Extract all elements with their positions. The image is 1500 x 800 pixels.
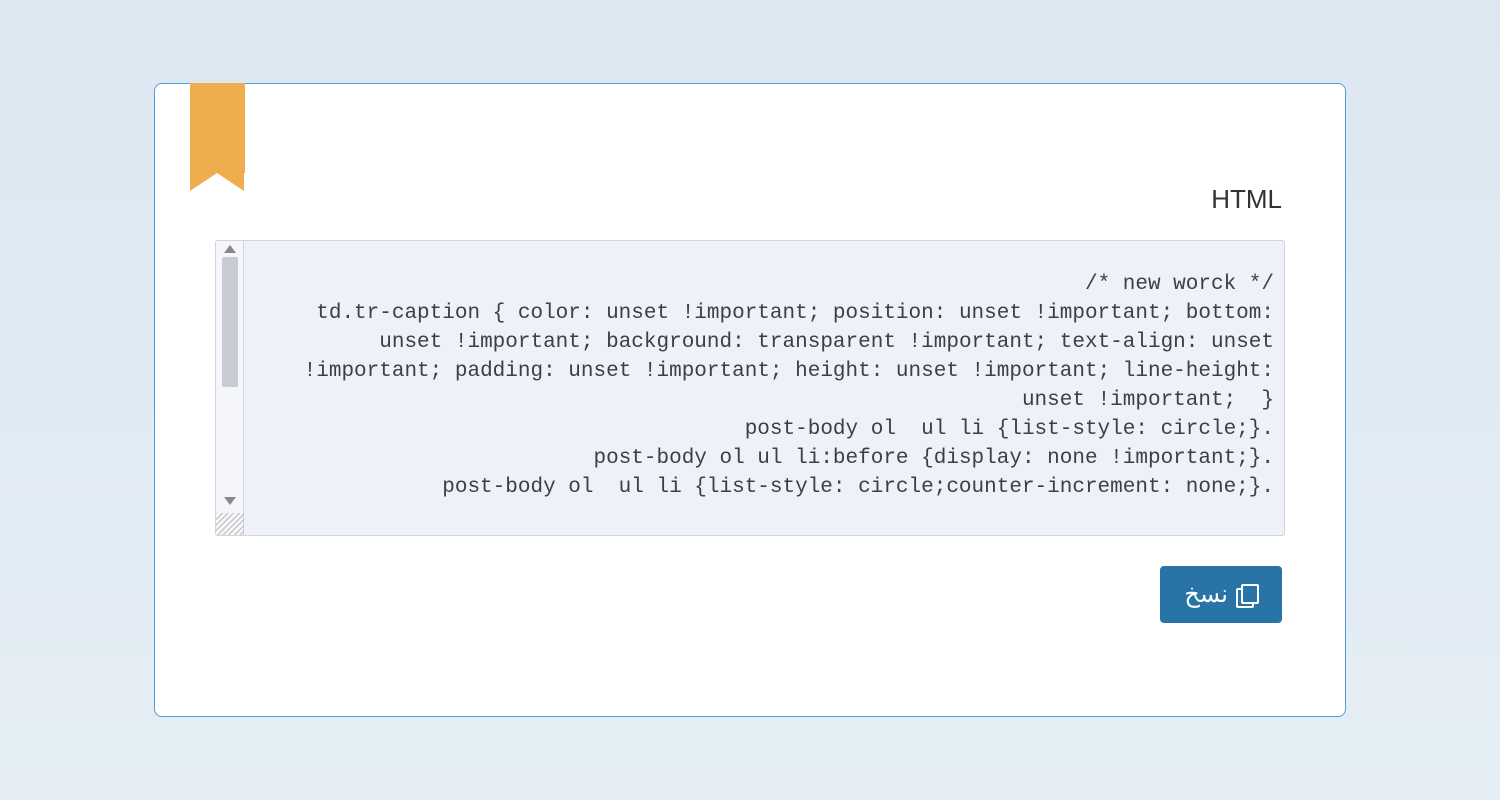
copy-icon <box>1236 584 1258 606</box>
scrollbar-track <box>216 241 244 535</box>
copy-button[interactable]: نسخ <box>1160 566 1282 623</box>
scroll-up-icon[interactable] <box>224 245 236 253</box>
code-content[interactable]: /* new worck */ td.tr-caption { color: u… <box>244 241 1284 535</box>
scrollbar-thumb[interactable] <box>222 257 238 387</box>
resize-grip-icon[interactable] <box>216 513 244 535</box>
scroll-down-icon[interactable] <box>224 497 236 505</box>
copy-button-label: نسخ <box>1184 580 1228 609</box>
code-textarea[interactable]: /* new worck */ td.tr-caption { color: u… <box>215 240 1285 536</box>
bookmark-ribbon <box>190 83 245 173</box>
code-card: HTML /* new worck */ td.tr-caption { col… <box>154 83 1346 717</box>
section-label: HTML <box>215 184 1282 215</box>
